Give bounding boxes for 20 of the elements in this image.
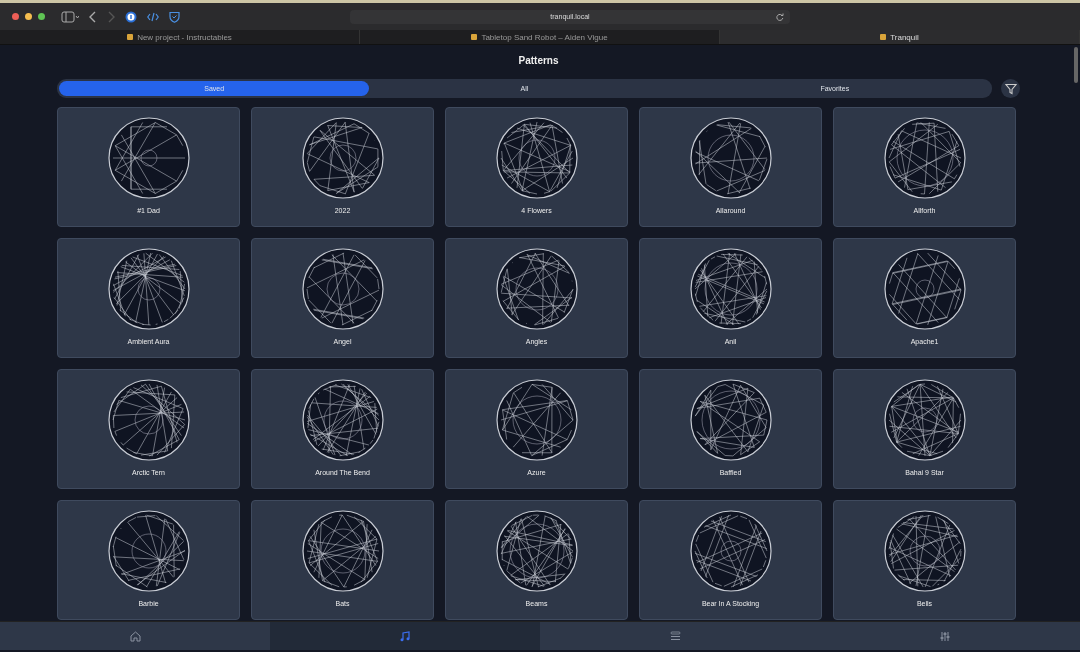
shield-icon[interactable] (169, 10, 180, 23)
reload-icon[interactable] (776, 12, 784, 21)
favicon-icon (880, 34, 887, 40)
filter-button[interactable] (1001, 79, 1020, 98)
browser-tab[interactable]: New project - Instructables (0, 30, 360, 44)
favicon-icon (127, 34, 134, 40)
list-icon (669, 631, 681, 641)
key-icon[interactable] (125, 10, 137, 23)
code-icon[interactable] (147, 11, 159, 22)
music-note-icon (400, 630, 410, 642)
sliders-icon (940, 630, 950, 642)
home-icon (129, 630, 141, 642)
page-title: Patterns (518, 55, 559, 68)
scrollbar-thumb[interactable] (1074, 47, 1078, 83)
back-icon[interactable] (89, 10, 97, 23)
sidebar-icon[interactable] (61, 10, 79, 23)
browser-tab[interactable]: Tranquil (720, 30, 1080, 44)
browser-tab[interactable]: Tabletop Sand Robot – Aiden Vigue (360, 30, 720, 44)
window-controls-icon[interactable] (12, 13, 45, 20)
favicon-icon (471, 34, 478, 40)
